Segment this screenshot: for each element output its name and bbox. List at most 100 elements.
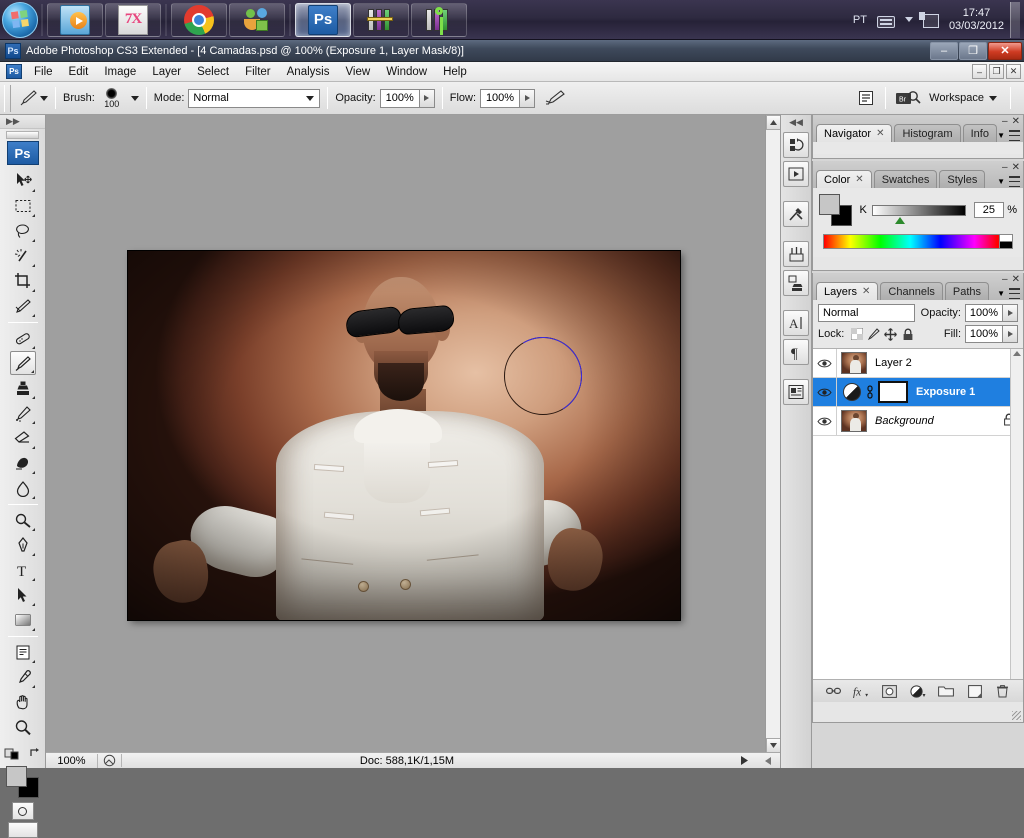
link-layers-icon[interactable] <box>825 683 841 699</box>
new-layer-icon[interactable] <box>967 683 983 699</box>
default-colors-icon[interactable] <box>4 746 20 760</box>
menu-view[interactable]: View <box>337 64 378 80</box>
window-minimize-button[interactable]: – <box>930 41 958 60</box>
new-group-icon[interactable] <box>938 683 955 699</box>
taskbar-photoshop-button[interactable]: Ps <box>295 2 351 37</box>
lock-all-icon[interactable] <box>899 326 916 342</box>
layer-blend-mode-select[interactable]: Normal <box>818 304 915 322</box>
dock-expand-icon[interactable]: ◀◀ <box>781 115 811 129</box>
black-white-swatch[interactable] <box>999 235 1012 248</box>
menu-help[interactable]: Help <box>435 64 475 80</box>
scroll-down-arrow[interactable] <box>766 738 781 753</box>
canvas[interactable] <box>128 251 680 620</box>
actions-panel-icon[interactable] <box>783 161 809 187</box>
layer-comps-panel-icon[interactable] <box>783 379 809 405</box>
airbrush-icon[interactable] <box>543 88 567 108</box>
close-icon[interactable]: ✕ <box>876 128 884 139</box>
table-row[interactable]: Exposure 1 <box>813 378 1023 407</box>
screen-mode-icon[interactable] <box>7 822 38 838</box>
palettes-toggle-icon[interactable] <box>854 88 878 108</box>
lock-transparent-pixels-icon[interactable] <box>848 326 865 342</box>
clone-source-panel-icon[interactable] <box>783 270 809 296</box>
layers-panel-menu-button[interactable]: ▼ <box>997 288 1020 299</box>
zoom-level-field[interactable]: 100% <box>46 753 98 768</box>
move-tool[interactable] <box>10 169 36 193</box>
magic-wand-tool[interactable] <box>10 244 36 268</box>
taskbar-7x-button[interactable]: 7X <box>105 2 161 37</box>
link-mask-icon[interactable] <box>865 385 875 399</box>
brush-tool-icon[interactable] <box>16 88 40 108</box>
layer-visibility-toggle[interactable] <box>813 407 837 435</box>
window-close-button[interactable]: ✕ <box>988 41 1022 60</box>
start-button[interactable] <box>2 1 38 38</box>
menu-image[interactable]: Image <box>96 64 144 80</box>
layers-list-scrollbar[interactable] <box>1010 349 1023 679</box>
go-to-bridge-icon[interactable]: Br <box>893 88 923 108</box>
layers-minimize-button[interactable]: – <box>1002 274 1008 285</box>
opacity-slider-button[interactable] <box>419 88 435 108</box>
table-row[interactable]: Background <box>813 407 1023 436</box>
character-panel-icon[interactable]: A <box>783 310 809 336</box>
toolbox-collapse-icon[interactable]: ▶▶ <box>0 115 45 129</box>
quick-mask-icon[interactable] <box>11 802 34 820</box>
workspace-button[interactable]: Workspace <box>923 92 1003 104</box>
layer-fill-input[interactable]: 100% <box>965 325 1003 343</box>
layer-name[interactable]: Exposure 1 <box>916 386 975 398</box>
new-adjustment-layer-icon[interactable] <box>910 683 926 699</box>
language-indicator[interactable]: PT <box>853 14 867 26</box>
clone-stamp-tool[interactable] <box>10 376 36 400</box>
color-minimize-button[interactable]: – <box>1002 162 1008 173</box>
document-restore-button[interactable]: ❐ <box>989 64 1004 79</box>
clock[interactable]: 17:47 03/03/2012 <box>949 7 1004 33</box>
brush-preset-picker-arrow[interactable] <box>40 95 48 101</box>
document-vertical-scrollbar[interactable] <box>765 115 781 753</box>
dodge-tool[interactable] <box>10 508 36 532</box>
history-brush-tool[interactable] <box>10 401 36 425</box>
menu-filter[interactable]: Filter <box>237 64 279 80</box>
menu-window[interactable]: Window <box>378 64 435 80</box>
rectangle-tool[interactable] <box>10 608 36 632</box>
menu-file[interactable]: File <box>26 64 61 80</box>
eraser-tool[interactable] <box>10 426 36 450</box>
layer-fill-slider-button[interactable] <box>1003 325 1018 343</box>
pen-tool[interactable] <box>10 533 36 557</box>
tab-layers[interactable]: Layers ✕ <box>816 282 879 300</box>
color-close-button[interactable]: ✕ <box>1012 162 1020 173</box>
swap-colors-icon[interactable] <box>28 746 42 760</box>
type-tool[interactable]: T <box>10 558 36 582</box>
layer-visibility-toggle[interactable] <box>813 349 837 377</box>
status-left-arrow[interactable] <box>756 756 780 765</box>
menu-analysis[interactable]: Analysis <box>279 64 338 80</box>
opacity-input[interactable]: 100% <box>379 88 420 108</box>
navigator-panel-menu-button[interactable]: ▼ <box>997 130 1020 141</box>
scroll-up-arrow[interactable] <box>766 115 781 130</box>
adjustment-layer-icon[interactable] <box>843 383 861 401</box>
hand-tool[interactable] <box>10 690 36 714</box>
delete-layer-icon[interactable] <box>995 683 1011 699</box>
foreground-background-colors[interactable] <box>5 766 40 798</box>
toolbox-grip[interactable] <box>6 131 39 139</box>
layers-close-button[interactable]: ✕ <box>1012 274 1020 285</box>
blend-mode-select[interactable]: Normal <box>188 88 321 108</box>
brush-size-preview[interactable]: 100 <box>99 87 125 109</box>
tab-color[interactable]: Color ✕ <box>816 170 872 188</box>
document-close-button[interactable]: ✕ <box>1006 64 1021 79</box>
crop-tool[interactable] <box>10 269 36 293</box>
taskbar-messenger-button[interactable] <box>229 2 285 37</box>
brush-tool[interactable] <box>9 351 36 375</box>
lock-image-pixels-icon[interactable] <box>865 326 882 342</box>
color-panel-menu-button[interactable]: ▼ <box>997 176 1020 187</box>
taskbar-winrar-button[interactable] <box>353 2 409 37</box>
menu-select[interactable]: Select <box>189 64 237 80</box>
healing-brush-tool[interactable] <box>10 326 36 350</box>
layer-opacity-input[interactable]: 100% <box>965 304 1003 322</box>
add-layer-mask-icon[interactable] <box>882 683 898 699</box>
brushes-panel-icon[interactable] <box>783 241 809 267</box>
blur-tool[interactable] <box>10 476 36 500</box>
close-icon[interactable]: ✕ <box>855 174 863 185</box>
network-icon[interactable] <box>918 12 939 28</box>
paragraph-panel-icon[interactable]: ¶ <box>783 339 809 365</box>
layer-name[interactable]: Layer 2 <box>875 357 912 369</box>
close-icon[interactable]: ✕ <box>862 286 870 297</box>
flow-slider-button[interactable] <box>520 88 536 108</box>
